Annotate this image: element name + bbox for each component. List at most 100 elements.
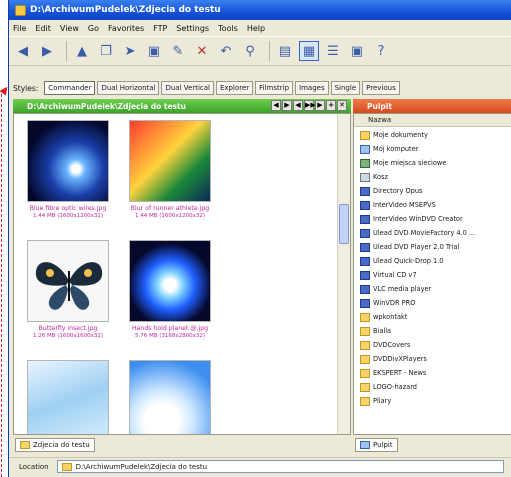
menu-file[interactable]: File: [13, 24, 26, 33]
thumbnail-item[interactable]: Blur of runner athlete.jpg 1.44 MB (1600…: [120, 114, 220, 232]
folder-icon: [20, 441, 30, 449]
view-mode-icon[interactable]: ▤: [275, 41, 295, 61]
thumbnail-item[interactable]: Butterfly insect.jpg 1.26 MB (1600x1600x…: [18, 234, 118, 352]
list-item-label: Mój komputer: [373, 145, 419, 153]
folder-icon: [360, 368, 370, 378]
up-icon[interactable]: ▲: [72, 41, 92, 61]
undo-icon[interactable]: ↶: [216, 41, 236, 61]
forward-icon[interactable]: ▶: [37, 41, 57, 61]
thumbnail-image: [129, 240, 211, 322]
style-tab-images[interactable]: Images: [295, 81, 329, 95]
vertical-scrollbar[interactable]: [337, 114, 350, 434]
toolbar: ◀ ▶ ▲ ❐ ➤ ▣ ✎ ✕ ↶ ⚲ ▤ ▦ ☰ ▣ ?: [9, 36, 511, 66]
folder-icon: [360, 354, 370, 364]
nav-prev-button[interactable]: ◀: [293, 100, 303, 111]
desktop-file-list[interactable]: Nazwa Moje dokumenty Mój komputer Moje m…: [353, 113, 511, 435]
menu-go[interactable]: Go: [88, 24, 99, 33]
app-icon: [360, 200, 370, 210]
style-tab-explorer[interactable]: Explorer: [215, 81, 254, 95]
nav-forward-button[interactable]: ▶: [282, 100, 292, 111]
list-item[interactable]: Kosz: [360, 171, 388, 183]
menu-tools[interactable]: Tools: [218, 24, 238, 33]
nav-back-button[interactable]: ◀: [271, 100, 281, 111]
folder-tab[interactable]: Zdjecia do testu: [15, 438, 95, 452]
thumbnail-item[interactable]: [120, 354, 220, 434]
list-item[interactable]: DVDCovers: [360, 339, 410, 351]
style-tab-previous[interactable]: Previous: [362, 81, 400, 95]
list-item[interactable]: WinVDR PRO: [360, 297, 415, 309]
nav-add-button[interactable]: +: [326, 100, 336, 111]
thumbnail-view[interactable]: Blue fibre optic wires.jpg 1.44 MB (1600…: [13, 113, 351, 435]
thumbnail-meta: 1.44 MB (1600x1200x32): [32, 213, 104, 219]
style-tab-commander[interactable]: Commander: [44, 81, 96, 95]
nav-play-button[interactable]: ▶: [315, 100, 325, 111]
list-item[interactable]: InterVideo MSEPVS: [360, 199, 436, 211]
rename-icon[interactable]: ✎: [168, 41, 188, 61]
menu-view[interactable]: View: [60, 24, 79, 33]
thumbnail-image: [27, 240, 109, 322]
nav-next-button[interactable]: ▶▶: [304, 100, 316, 111]
list-item[interactable]: Mój komputer: [360, 143, 418, 155]
help-icon[interactable]: ?: [371, 41, 391, 61]
list-item[interactable]: Ulead DVD Player 2.0 Trial: [360, 241, 459, 253]
folder-icon: [360, 340, 370, 350]
move-icon[interactable]: ➤: [120, 41, 140, 61]
list-item-label: wpkontakt: [373, 313, 408, 321]
copy-icon[interactable]: ❐: [96, 41, 116, 61]
list-item[interactable]: Moje miejsca sieciowe: [360, 157, 446, 169]
menu-edit[interactable]: Edit: [35, 24, 51, 33]
left-pane-header[interactable]: D:\ArchiwumPudelek\Zdjecia do testu ◀ ▶ …: [13, 99, 351, 113]
menu-help[interactable]: Help: [247, 24, 265, 33]
list-item-label: DVDDivXPlayers: [373, 355, 427, 363]
list-item[interactable]: LOGO-hazard: [360, 381, 417, 393]
properties-icon[interactable]: ▣: [347, 41, 367, 61]
list-item[interactable]: Ulead DVD MovieFactory 4.0 ...: [360, 227, 475, 239]
list-item[interactable]: Moje dokumenty: [360, 129, 428, 141]
thumbnails-icon[interactable]: ▦: [299, 41, 319, 61]
style-tab-dual-vertical[interactable]: Dual Vertical: [161, 81, 214, 95]
style-tab-single[interactable]: Single: [330, 81, 361, 95]
list-item[interactable]: Directory Opus: [360, 185, 422, 197]
list-item[interactable]: DVDDivXPlayers: [360, 353, 427, 365]
list-item[interactable]: wpkontakt: [360, 311, 407, 323]
menu-bar: File Edit View Go Favorites FTP Settings…: [9, 20, 511, 36]
column-header-name[interactable]: Nazwa: [354, 114, 511, 127]
folder-icon: [360, 396, 370, 406]
list-item-label: Moje dokumenty: [373, 131, 428, 139]
list-item-label: Moje miejsca sieciowe: [373, 159, 447, 167]
list-item[interactable]: Virtual CD v7: [360, 269, 417, 281]
list-item-label: Ulead Quick-Drop 1.0: [373, 257, 444, 265]
back-icon[interactable]: ◀: [13, 41, 33, 61]
scrollbar-thumb[interactable]: [339, 204, 349, 244]
new-folder-icon[interactable]: ▣: [144, 41, 164, 61]
list-item[interactable]: VLC media player: [360, 283, 431, 295]
thumbnail-item[interactable]: Blue fibre optic wires.jpg 1.44 MB (1600…: [18, 114, 118, 232]
title-bar[interactable]: D:\ArchiwumPudelek\Zdjecia do testu: [9, 0, 511, 20]
right-pane-header[interactable]: Pulpit: [353, 99, 511, 113]
folder-tab-label: Pulpit: [373, 441, 393, 449]
location-path: D:\ArchiwumPudelek\Zdjecia do testu: [75, 462, 208, 471]
menu-settings[interactable]: Settings: [176, 24, 209, 33]
right-pane-footer: Pulpit: [353, 437, 511, 453]
list-item[interactable]: Bialla: [360, 325, 391, 337]
style-tab-filmstrip[interactable]: Filmstrip: [255, 81, 294, 95]
list-item[interactable]: InterVideo WinDVD Creator: [360, 213, 463, 225]
menu-favorites[interactable]: Favorites: [108, 24, 144, 33]
thumbnail-item[interactable]: [18, 354, 118, 434]
thumbnail-item[interactable]: Hands hold planet @.jpg 5.76 MB (3168x28…: [120, 234, 220, 352]
list-item[interactable]: Ulead Quick-Drop 1.0: [360, 255, 444, 267]
folder-tab[interactable]: Pulpit: [355, 438, 398, 452]
list-item[interactable]: Pliary: [360, 395, 391, 407]
style-tab-dual-horizontal[interactable]: Dual Horizontal: [97, 81, 160, 95]
app-window: D:\ArchiwumPudelek\Zdjecia do testu File…: [8, 0, 511, 477]
thumbnail-image: [129, 120, 211, 202]
location-field[interactable]: D:\ArchiwumPudelek\Zdjecia do testu: [56, 460, 504, 473]
delete-icon[interactable]: ✕: [192, 41, 212, 61]
list-item[interactable]: EKSPERT - News: [360, 367, 426, 379]
menu-ftp[interactable]: FTP: [153, 24, 167, 33]
computer-icon: [360, 144, 370, 154]
find-icon[interactable]: ⚲: [240, 41, 260, 61]
details-icon[interactable]: ☰: [323, 41, 343, 61]
list-item-label: VLC media player: [373, 285, 432, 293]
nav-close-button[interactable]: ✕: [337, 100, 347, 111]
